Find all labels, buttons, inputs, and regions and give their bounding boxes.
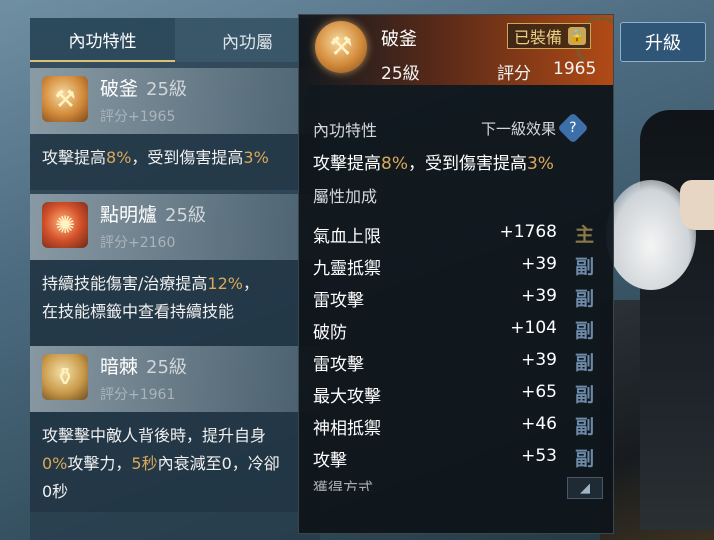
attribute-list: 氣血上限 +1768 主 九靈抵禦 +39 副 雷攻擊 +39 副 破防 +10… <box>299 217 613 473</box>
sub-attribute-tag: 副 <box>575 320 595 342</box>
trait-list-panel: 內功特性 內功屬 ⚒ 破釜 25級 評分+1965 攻擊提高8%，受到傷害提高3%… <box>30 18 320 540</box>
axe-icon: ⚒ <box>42 76 88 122</box>
sub-attribute-tag: 副 <box>575 448 595 470</box>
desc-value: 8% <box>106 148 132 167</box>
desc-text: 在技能標籤中查看持續技能 <box>42 302 235 321</box>
trait-name: 點明爐 25級 <box>100 200 206 227</box>
attribute-row: 神相抵禦 +46 副 <box>299 409 613 441</box>
effect-value: 3% <box>526 154 554 174</box>
attribute-value: +39 <box>521 350 557 370</box>
sub-attribute-tag: 副 <box>575 416 595 438</box>
desc-text: ， <box>242 274 259 293</box>
lock-icon[interactable]: 🔒 <box>568 27 587 45</box>
trait-score: 評分+1961 <box>100 387 176 403</box>
popup-trait-name: 破釜 <box>381 29 417 50</box>
attribute-row: 雷攻擊 +39 副 <box>299 281 613 313</box>
desc-value: 5秒 <box>131 454 158 473</box>
tab-internal-traits[interactable]: 內功特性 <box>30 18 175 62</box>
attribute-row: 雷攻擊 +39 副 <box>299 345 613 377</box>
attribute-row: 最大攻擊 +65 副 <box>299 377 613 409</box>
effect-value: 8% <box>381 154 408 174</box>
attribute-row: 攻擊 +53 副 <box>299 441 613 473</box>
sub-attribute-tag: 副 <box>575 288 595 310</box>
trait-level: 25級 <box>165 205 206 226</box>
scroll-down-icon[interactable]: ◢ <box>567 477 603 499</box>
popup-score-label: 評分 <box>497 64 531 84</box>
desc-text: 內衰減至0，冷卻 <box>157 454 280 473</box>
axe-icon: ⚒ <box>315 21 367 73</box>
upgrade-button[interactable]: 升級 <box>620 22 706 62</box>
trait-name-text: 破釜 <box>100 78 139 100</box>
trait-name: 破釜 25級 <box>100 74 187 101</box>
attribute-name: 氣血上限 <box>313 227 381 247</box>
character-hair <box>640 110 714 530</box>
trait-level: 25級 <box>146 357 187 378</box>
equipped-badge: 已裝備 🔒 <box>507 23 592 49</box>
attribute-name: 最大攻擊 <box>313 387 381 407</box>
trait-card-pofu[interactable]: ⚒ 破釜 25級 評分+1965 攻擊提高8%，受到傷害提高3% <box>30 68 320 190</box>
equipped-label: 已裝備 <box>514 28 563 47</box>
trait-name-text: 暗棘 <box>100 356 139 378</box>
attribute-name: 攻擊 <box>313 451 347 471</box>
trait-card-anji[interactable]: ⚱ 暗棘 25級 評分+1961 攻擊擊中敵人背後時，提升自身 0%攻擊力，5秒內… <box>30 346 320 512</box>
desc-text: 攻擊擊中敵人背後時，提升自身 <box>42 426 267 445</box>
attribute-value: +53 <box>521 446 557 466</box>
trait-section-title: 內功特性 <box>313 121 378 140</box>
desc-text: ，受到傷害提高 <box>131 148 244 167</box>
attribute-row: 破防 +104 副 <box>299 313 613 345</box>
attribute-name: 雷攻擊 <box>313 355 364 375</box>
attribute-value: +65 <box>521 382 557 402</box>
trait-card-header: ✺ 點明爐 25級 評分+2160 <box>30 194 320 260</box>
trait-name-text: 點明爐 <box>100 204 158 226</box>
popup-effect: 攻擊提高8%，受到傷害提高3% <box>313 149 554 174</box>
main-attribute-tag: 主 <box>575 224 595 246</box>
help-icon[interactable]: ? <box>557 112 589 144</box>
sub-attribute-tag: 副 <box>575 384 595 406</box>
sub-attribute-tag: 副 <box>575 352 595 374</box>
trait-level: 25級 <box>146 79 187 100</box>
desc-text: 持續技能傷害/治療提高 <box>42 274 208 293</box>
trait-score: 評分+2160 <box>100 235 176 251</box>
trait-card-header: ⚱ 暗棘 25級 評分+1961 <box>30 346 320 412</box>
desc-value: 0% <box>42 454 68 473</box>
attribute-name: 九靈抵禦 <box>313 259 381 279</box>
trait-description: 攻擊擊中敵人背後時，提升自身 0%攻擊力，5秒內衰減至0，冷卻 0秒 <box>30 412 320 512</box>
attribute-row: 氣血上限 +1768 主 <box>299 217 613 249</box>
attribute-value: +1768 <box>499 222 557 242</box>
desc-value: 3% <box>243 148 269 167</box>
attribute-name: 雷攻擊 <box>313 291 364 311</box>
desc-text: 攻擊提高 <box>42 148 107 167</box>
attr-section-title: 屬性加成 <box>313 187 378 206</box>
next-level-effect-label: 下一級效果 <box>481 119 557 138</box>
effect-text: 攻擊提高 <box>313 154 381 174</box>
popup-level: 25級 <box>381 64 420 84</box>
next-level-effect-button[interactable]: 下一級效果 ? <box>481 112 589 144</box>
attribute-value: +39 <box>521 286 557 306</box>
trait-detail-popup: ⚒ 破釜 已裝備 🔒 25級 評分 1965 內功特性 下一級效果 ? 攻擊提高… <box>298 14 614 534</box>
trait-description: 攻擊提高8%，受到傷害提高3% <box>30 134 320 190</box>
trait-card-dianminglu[interactable]: ✺ 點明爐 25級 評分+2160 持續技能傷害/治療提高12%， 在技能標籤中查… <box>30 194 320 346</box>
character-face <box>680 180 714 230</box>
flame-orb-icon: ✺ <box>42 202 88 248</box>
desc-text: 攻擊力， <box>67 454 132 473</box>
attribute-value: +39 <box>521 254 557 274</box>
attribute-value: +46 <box>521 414 557 434</box>
trait-score: 評分+1965 <box>100 109 176 125</box>
attribute-value: +104 <box>510 318 557 338</box>
trait-card-header: ⚒ 破釜 25級 評分+1965 <box>30 68 320 134</box>
effect-text: ，受到傷害提高 <box>407 154 527 174</box>
trait-name: 暗棘 25級 <box>100 352 187 379</box>
sub-attribute-tag: 副 <box>575 256 595 278</box>
attribute-name: 破防 <box>313 323 347 343</box>
desc-text: 0秒 <box>42 482 69 501</box>
attribute-name: 神相抵禦 <box>313 419 381 439</box>
acquisition-section-title: 獲得方式 <box>313 479 374 491</box>
attribute-row: 九靈抵禦 +39 副 <box>299 249 613 281</box>
tab-bar: 內功特性 內功屬 <box>30 18 320 62</box>
pot-icon: ⚱ <box>42 354 88 400</box>
desc-value: 12% <box>207 274 243 293</box>
trait-description: 持續技能傷害/治療提高12%， 在技能標籤中查看持續技能 <box>30 260 320 346</box>
popup-score: 1965 <box>553 59 597 79</box>
